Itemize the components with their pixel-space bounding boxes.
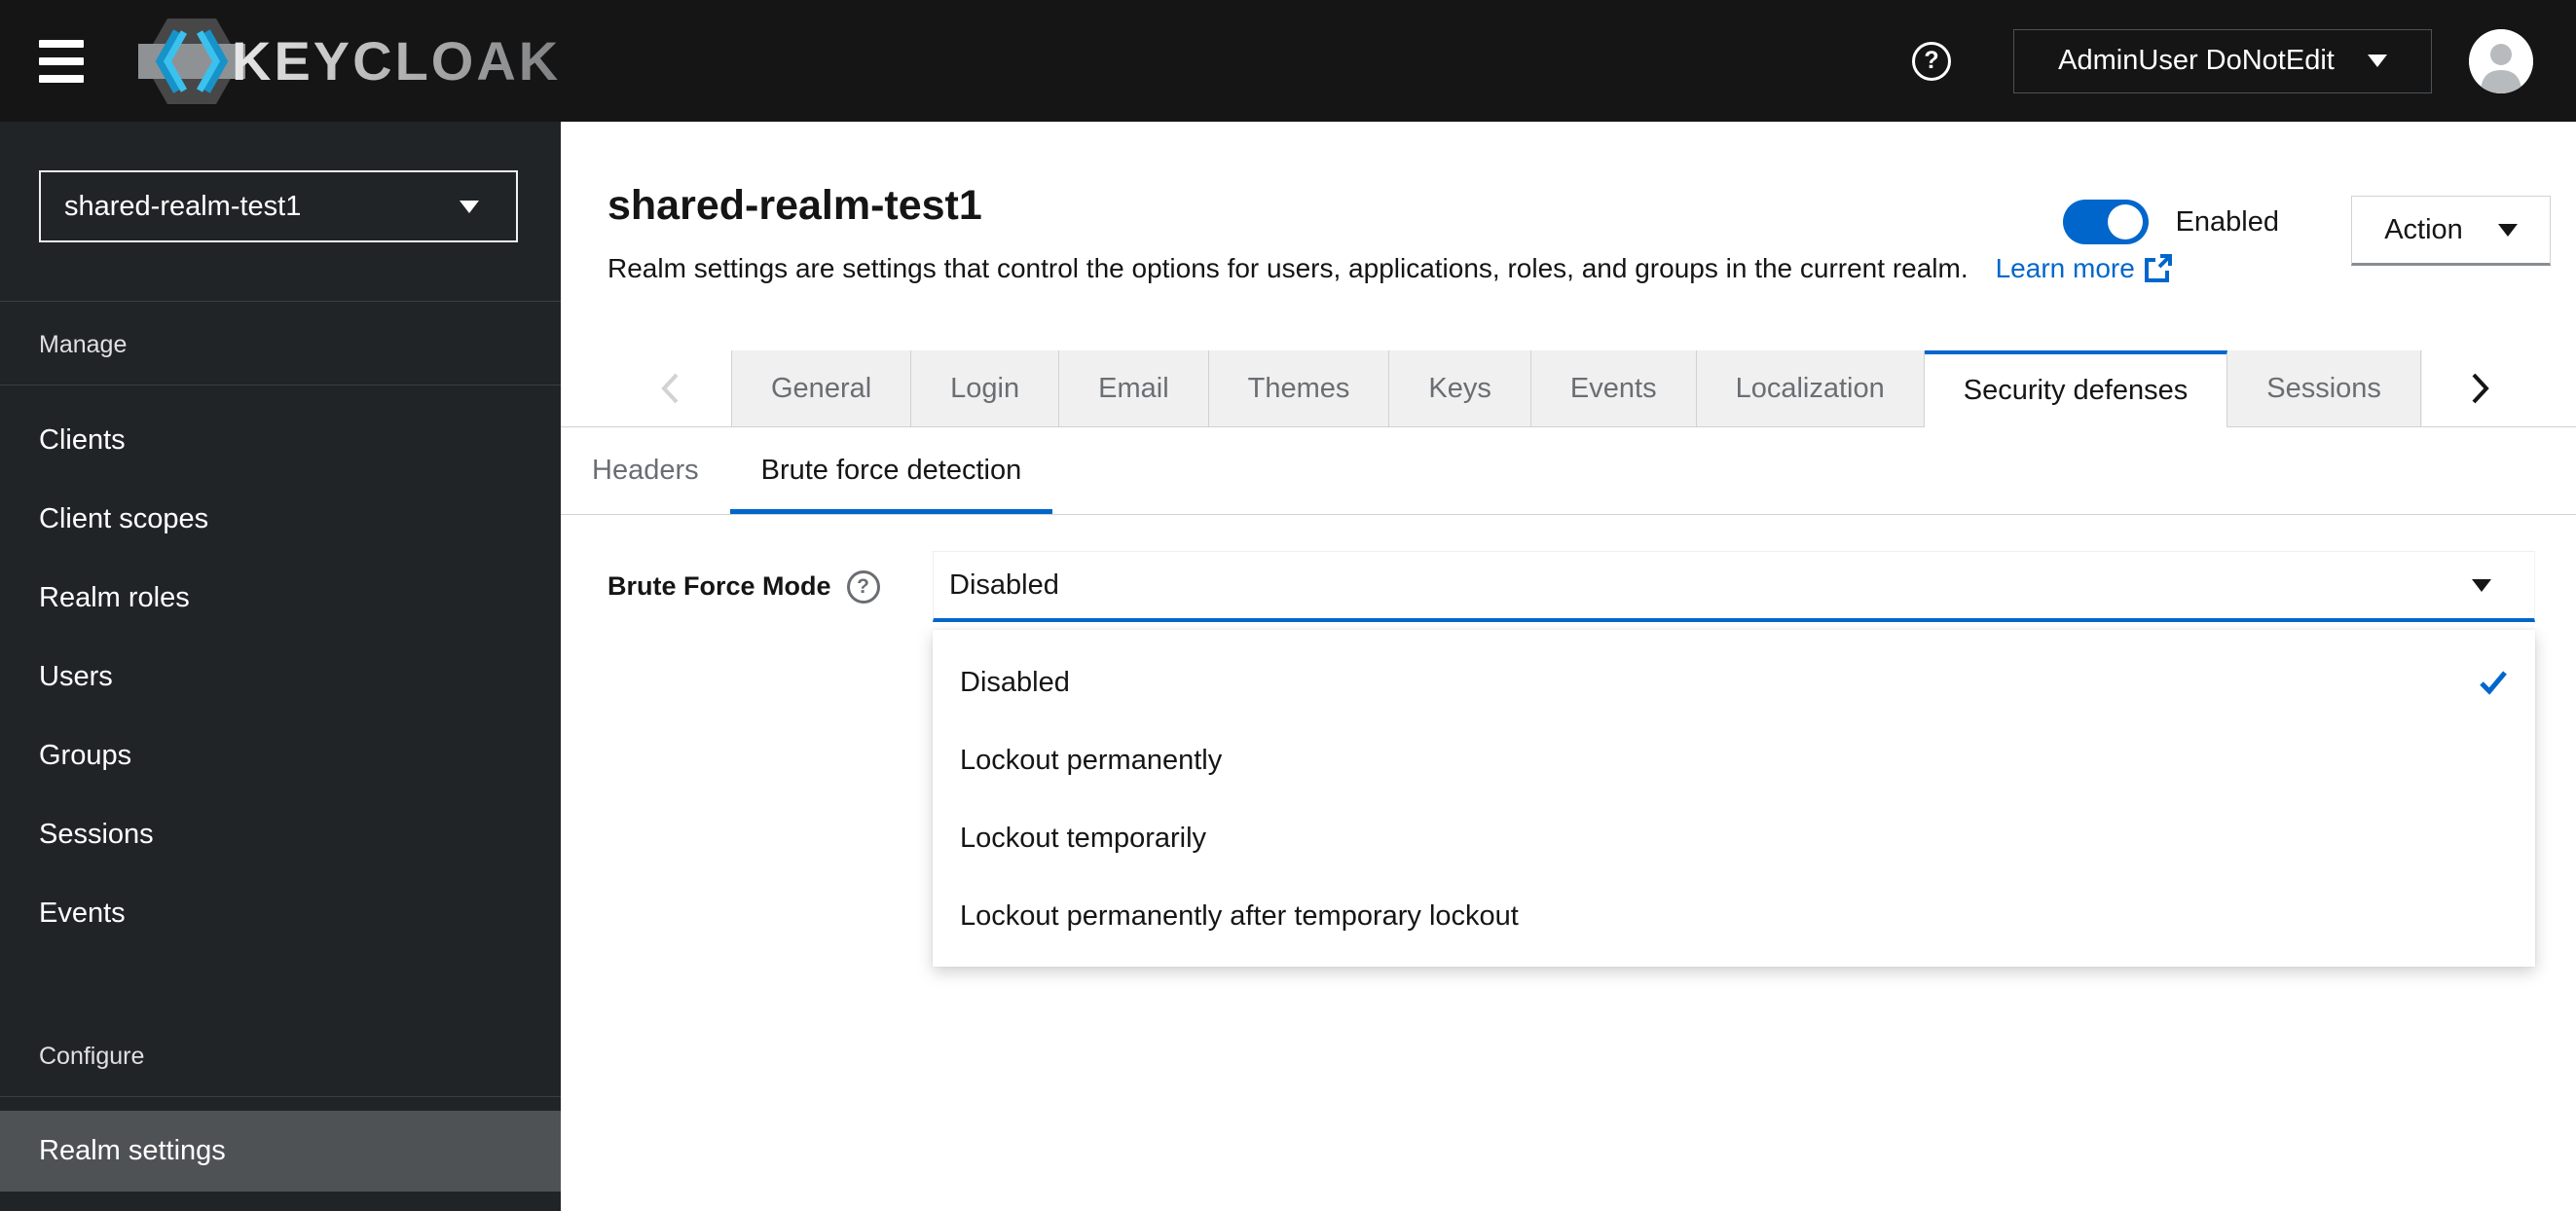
- sidebar-item-groups[interactable]: Groups: [0, 716, 561, 795]
- realm-selector-dropdown[interactable]: shared-realm-test1: [39, 170, 518, 242]
- realm-settings-tabs: General Login Email Themes Keys Events L…: [561, 350, 2576, 427]
- action-dropdown-button[interactable]: Action: [2351, 196, 2551, 266]
- nav-section-title: Configure: [39, 1043, 145, 1070]
- masthead: KEYCLOAK ? AdminUser DoNotEdit: [0, 0, 2576, 122]
- field-help-icon[interactable]: ?: [846, 569, 880, 604]
- subtab-brute-force-detection[interactable]: Brute force detection: [730, 427, 1053, 514]
- tab-login[interactable]: Login: [911, 350, 1060, 427]
- toggle-knob: [2107, 204, 2143, 239]
- page-header: shared-realm-test1 Realm settings are se…: [561, 122, 2576, 350]
- tabs-scroll-right-button[interactable]: [2422, 350, 2539, 427]
- action-label: Action: [2384, 213, 2463, 245]
- tab-events[interactable]: Events: [1530, 350, 1697, 427]
- option-lockout-temporarily[interactable]: Lockout temporarily: [933, 799, 2535, 877]
- chevron-down-icon: [2472, 578, 2491, 592]
- keycloak-admin-console: KEYCLOAK ? AdminUser DoNotEdit shared-re…: [0, 0, 2576, 1211]
- nav-section-title: Manage: [39, 331, 128, 358]
- realm-enabled-toggle[interactable]: [2062, 200, 2149, 244]
- spacer: [561, 350, 607, 427]
- user-menu-label: AdminUser DoNotEdit: [2058, 45, 2335, 76]
- sidebar-nav: shared-realm-test1 Manage Clients Client…: [0, 122, 561, 1211]
- option-lockout-permanently-after-temporary[interactable]: Lockout permanently after temporary lock…: [933, 877, 2535, 955]
- tabs-scroll-left-button[interactable]: [607, 350, 731, 427]
- hamburger-bar: [39, 74, 84, 83]
- brute-force-form: Brute Force Mode ? Disabled Disabled Loc…: [561, 515, 2576, 967]
- chevron-down-icon: [2367, 55, 2387, 67]
- sidebar-item-realm-roles[interactable]: Realm roles: [0, 559, 561, 638]
- page-title: shared-realm-test1: [607, 182, 982, 229]
- security-defenses-subtabs: Headers Brute force detection: [561, 427, 2576, 515]
- nav-section-manage: Manage Clients Client scopes Realm roles…: [0, 302, 561, 953]
- sidebar-item-clients[interactable]: Clients: [0, 401, 561, 480]
- tab-security-defenses[interactable]: Security defenses: [1924, 350, 2228, 427]
- tab-themes[interactable]: Themes: [1208, 350, 1390, 427]
- option-label: Lockout temporarily: [960, 822, 1207, 854]
- brute-force-mode-field: Disabled Disabled Lockout permanently Lo…: [933, 551, 2535, 967]
- hamburger-bar: [39, 39, 84, 48]
- brute-force-mode-select[interactable]: Disabled: [933, 551, 2535, 622]
- select-value: Disabled: [949, 569, 1059, 601]
- header-controls: Enabled Action: [2062, 182, 2551, 266]
- nav-section-configure: Configure Realm settings: [0, 1013, 561, 1192]
- keycloak-hexagon-icon: [138, 18, 245, 104]
- tabs-strip: General Login Email Themes Keys Events L…: [731, 350, 2422, 427]
- option-lockout-permanently[interactable]: Lockout permanently: [933, 721, 2535, 799]
- option-label: Lockout permanently after temporary lock…: [960, 899, 1519, 932]
- nav-toggle-hamburger-icon[interactable]: [39, 39, 84, 83]
- check-icon: [2479, 669, 2508, 696]
- angle-left-icon: [660, 373, 678, 404]
- tab-keys[interactable]: Keys: [1389, 350, 1531, 427]
- subtab-headers[interactable]: Headers: [561, 427, 730, 514]
- sidebar-item-client-scopes[interactable]: Client scopes: [0, 480, 561, 559]
- enabled-label: Enabled: [2175, 205, 2279, 238]
- sidebar-item-users[interactable]: Users: [0, 638, 561, 716]
- chevron-down-icon: [2497, 223, 2518, 237]
- page-description: Realm settings are settings that control…: [607, 253, 1969, 284]
- sidebar-item-realm-settings[interactable]: Realm settings: [0, 1111, 561, 1192]
- help-icon[interactable]: ?: [1912, 41, 1951, 81]
- brute-force-mode-label: Brute Force Mode: [607, 571, 831, 601]
- masthead-right: ? AdminUser DoNotEdit: [1912, 28, 2533, 93]
- sidebar-item-events[interactable]: Events: [0, 874, 561, 953]
- option-disabled[interactable]: Disabled: [933, 643, 2535, 721]
- option-label: Disabled: [960, 666, 1070, 698]
- user-menu-dropdown[interactable]: AdminUser DoNotEdit: [2013, 28, 2432, 93]
- brand-wordmark: KEYCLOAK: [232, 30, 562, 92]
- tab-general[interactable]: General: [731, 350, 912, 427]
- chevron-down-icon: [460, 200, 479, 213]
- spacer: [2539, 350, 2576, 427]
- tab-email[interactable]: Email: [1059, 350, 1209, 427]
- brute-force-mode-menu: Disabled Lockout permanently Lockout tem…: [933, 630, 2535, 967]
- sidebar-item-sessions[interactable]: Sessions: [0, 795, 561, 874]
- realm-selector-value: shared-realm-test1: [64, 190, 302, 222]
- tab-sessions[interactable]: Sessions: [2227, 350, 2421, 427]
- main-content: shared-realm-test1 Realm settings are se…: [561, 122, 2576, 1211]
- option-label: Lockout permanently: [960, 744, 1223, 776]
- avatar[interactable]: [2469, 28, 2533, 93]
- keycloak-logo: KEYCLOAK: [138, 15, 561, 108]
- hamburger-bar: [39, 56, 84, 65]
- angle-right-icon: [2472, 373, 2489, 404]
- tab-localization[interactable]: Localization: [1696, 350, 1925, 427]
